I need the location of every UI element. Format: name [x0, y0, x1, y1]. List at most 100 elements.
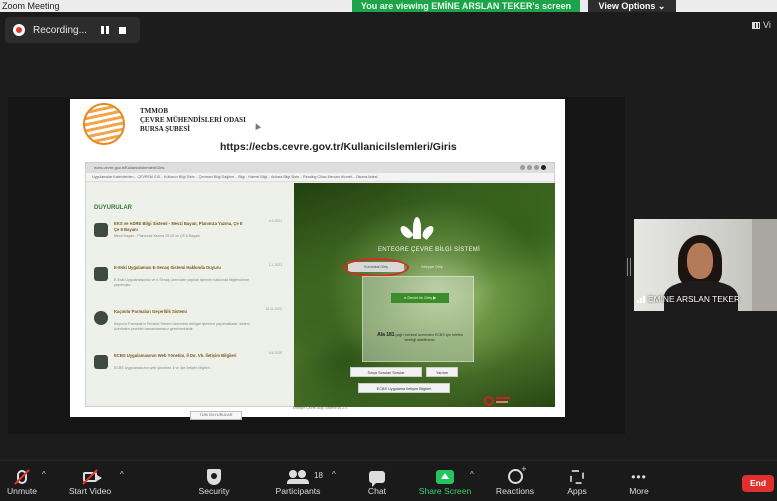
participants-icon: 18	[287, 469, 323, 484]
mouse-cursor-icon	[253, 122, 261, 130]
contact-info-button: ECBS Uygulama İletişim Bilgileri	[358, 383, 450, 393]
browser-address-bar: ecbs.cevre.gov.tr/KullaniciIslemleri/Gir…	[86, 163, 554, 173]
browser-extension-icons	[520, 165, 546, 170]
audio-level-icon	[637, 295, 645, 303]
news-date: 4.6.2021	[268, 219, 282, 223]
shared-screen: TMMOB ÇEVRE MÜHENDİSLERİ ODASI BURSA ŞUB…	[8, 97, 625, 434]
news-date: 18.11.2020	[265, 307, 282, 311]
announcements-panel: DUYURULAR EKS ve ADRE Bilgi Sistemi - Me…	[86, 183, 294, 420]
ecbs-plant-logo	[398, 213, 436, 240]
news-headline: ECBS Uygulamasının Web Yönetim, İl Dır. …	[114, 353, 237, 358]
view-options-button[interactable]: View Options ⌄	[588, 0, 676, 12]
chat-button[interactable]: Chat	[360, 467, 394, 501]
edevlet-login-button: e-Devlet ile Giriş ▶	[391, 293, 449, 303]
news-item: ECBS Uygulamasının Web Yönetim, İl Dır. …	[94, 351, 286, 389]
participants-label: Participants	[275, 486, 321, 496]
slide-footer: Entegre Çevre Bilgi Sistemi v4.2.0	[292, 406, 348, 410]
apps-icon	[570, 469, 584, 484]
tab-individual-login: Bireysel Giriş	[421, 265, 443, 269]
unmute-button[interactable]: Unmute	[2, 467, 42, 501]
chat-label: Chat	[367, 486, 387, 496]
view-layout-button[interactable]: Vi	[752, 20, 771, 30]
share-screen-button[interactable]: Share Screen	[416, 467, 474, 501]
tmmob-logo	[83, 103, 125, 145]
call-center-number: Ala 181	[377, 332, 395, 338]
participant-video-tile[interactable]: EMİNE ARSLAN TEKER	[634, 219, 777, 311]
settings-icon	[94, 311, 108, 325]
news-text: E-Eski Uygulamasında ve e-Senaş üzerinde…	[114, 278, 250, 287]
login-info: Ala 181 çağrı merkezi üzerinden ECBS içi…	[373, 333, 467, 343]
share-screen-label: Share Screen	[418, 486, 472, 496]
reactions-button[interactable]: Reactions	[492, 464, 538, 501]
title-bar: Zoom Meeting You are viewing EMİNE ARSLA…	[0, 0, 777, 12]
help-button: Yardım	[426, 367, 458, 377]
participants-options-caret[interactable]: ^	[332, 470, 336, 479]
more-label: More	[629, 486, 649, 496]
security-label: Security	[198, 486, 230, 496]
participants-count: 18	[314, 470, 323, 480]
news-item: EKS ve ADRE Bilgi Sistemi - Mevzi Bayan,…	[94, 219, 286, 257]
browser-screenshot: ecbs.cevre.gov.tr/KullaniciIslemleri/Gir…	[85, 162, 555, 420]
start-video-label: Start Video	[68, 486, 112, 496]
news-headline: Kaçınılır Parmaları Geçerlilik Sistemi	[114, 309, 187, 314]
browser-url: ecbs.cevre.gov.tr/KullaniciIslemleri/Gir…	[94, 165, 165, 170]
news-date: 4.6.2020	[268, 351, 282, 355]
share-options-caret[interactable]: ^	[470, 470, 474, 479]
participant-name: EMİNE ARSLAN TEKER	[648, 294, 740, 304]
record-icon	[13, 24, 25, 36]
news-headline: EKS ve ADRE Bilgi Sistemi - Mevzi Bayan,…	[114, 221, 243, 232]
org-name-line2: ÇEVRE MÜHENDİSLERİ ODASI	[140, 116, 246, 124]
org-name-line3: BURSA ŞUBESİ	[140, 125, 190, 133]
stop-recording-button[interactable]	[118, 26, 126, 34]
ministry-seal-logo	[482, 391, 512, 411]
faq-button: Sıkça Sorulan Sorular	[350, 367, 422, 377]
browser-bookmarks-bar: Uygulamalar Kalenderden... ÇEVREM GİS...…	[86, 173, 554, 182]
news-text: ECBS Uygulamasının web yönetimi, il ve i…	[114, 366, 211, 370]
news-text: Mevzi bayan - Planınıza Yazma 28.02 ve Ç…	[114, 234, 201, 238]
share-screen-icon	[436, 469, 454, 484]
org-name-line1: TMMOB	[140, 107, 168, 115]
news-item: E-Eski Uygulaması E-Senaş Sistemi Hakkın…	[94, 263, 286, 301]
meeting-toolbar: Unmute ^ Start Video ^ Security 18 Parti…	[0, 460, 777, 501]
grid-view-icon	[752, 21, 760, 29]
apps-label: Apps	[567, 486, 587, 496]
news-date: 1.1.2021	[268, 263, 282, 267]
announcements-heading: DUYURULAR	[94, 205, 132, 211]
more-dots-icon: •••	[631, 469, 647, 484]
unmute-label: Unmute	[6, 486, 38, 496]
slide-url: https://ecbs.cevre.gov.tr/Kullanicilslem…	[220, 141, 457, 153]
smiley-plus-icon	[507, 464, 527, 484]
all-announcements-button: TÜM DUYURULAR	[190, 411, 242, 420]
view-layout-label: Vi	[763, 20, 771, 30]
meeting-area: Recording... Vi TMMOB ÇEVRE MÜHENDİSLERİ…	[0, 12, 777, 460]
security-button[interactable]: Security	[192, 467, 236, 501]
recording-label: Recording...	[33, 24, 87, 36]
participant-face	[687, 243, 713, 279]
video-options-caret[interactable]: ^	[120, 470, 124, 479]
news-headline: E-Eski Uygulaması E-Senaş Sistemi Hakkın…	[114, 265, 221, 270]
highlight-annotation	[343, 258, 409, 277]
announcement-icon	[94, 223, 108, 237]
call-center-text: çağrı merkezi üzerinden ECBS için telefo…	[395, 333, 463, 342]
news-text: Kaçınılır Parmaların Temsilci Sistem üze…	[114, 322, 250, 331]
chat-icon	[369, 470, 385, 487]
panel-resize-handle[interactable]	[627, 258, 631, 276]
shield-icon	[207, 468, 221, 485]
apps-button[interactable]: Apps	[562, 467, 592, 501]
recording-indicator: Recording...	[5, 17, 140, 43]
login-hero: ENTEGRE ÇEVRE BİLGİ SİSTEMİ Kurumsal Gir…	[294, 183, 555, 407]
participants-button[interactable]: 18 Participants	[268, 467, 328, 501]
window-title: Zoom Meeting	[2, 1, 60, 11]
announcement-icon	[94, 267, 108, 281]
start-video-button[interactable]: Start Video	[64, 467, 116, 501]
participant-name-tag: EMİNE ARSLAN TEKER	[637, 294, 740, 304]
login-card: e-Devlet ile Giriş ▶ Ala 181 çağrı merke…	[362, 276, 474, 362]
news-item: Kaçınılır Parmaları Geçerlilik Sistemi K…	[94, 307, 286, 345]
viewing-banner: You are viewing EMİNE ARSLAN TEKER's scr…	[352, 0, 580, 12]
audio-options-caret[interactable]: ^	[42, 470, 46, 479]
pause-recording-button[interactable]	[100, 26, 109, 34]
system-title: ENTEGRE ÇEVRE BİLGİ SİSTEMİ	[377, 247, 481, 253]
end-meeting-button[interactable]: End	[742, 475, 774, 492]
reactions-label: Reactions	[495, 486, 535, 496]
more-button[interactable]: ••• More	[624, 467, 654, 501]
